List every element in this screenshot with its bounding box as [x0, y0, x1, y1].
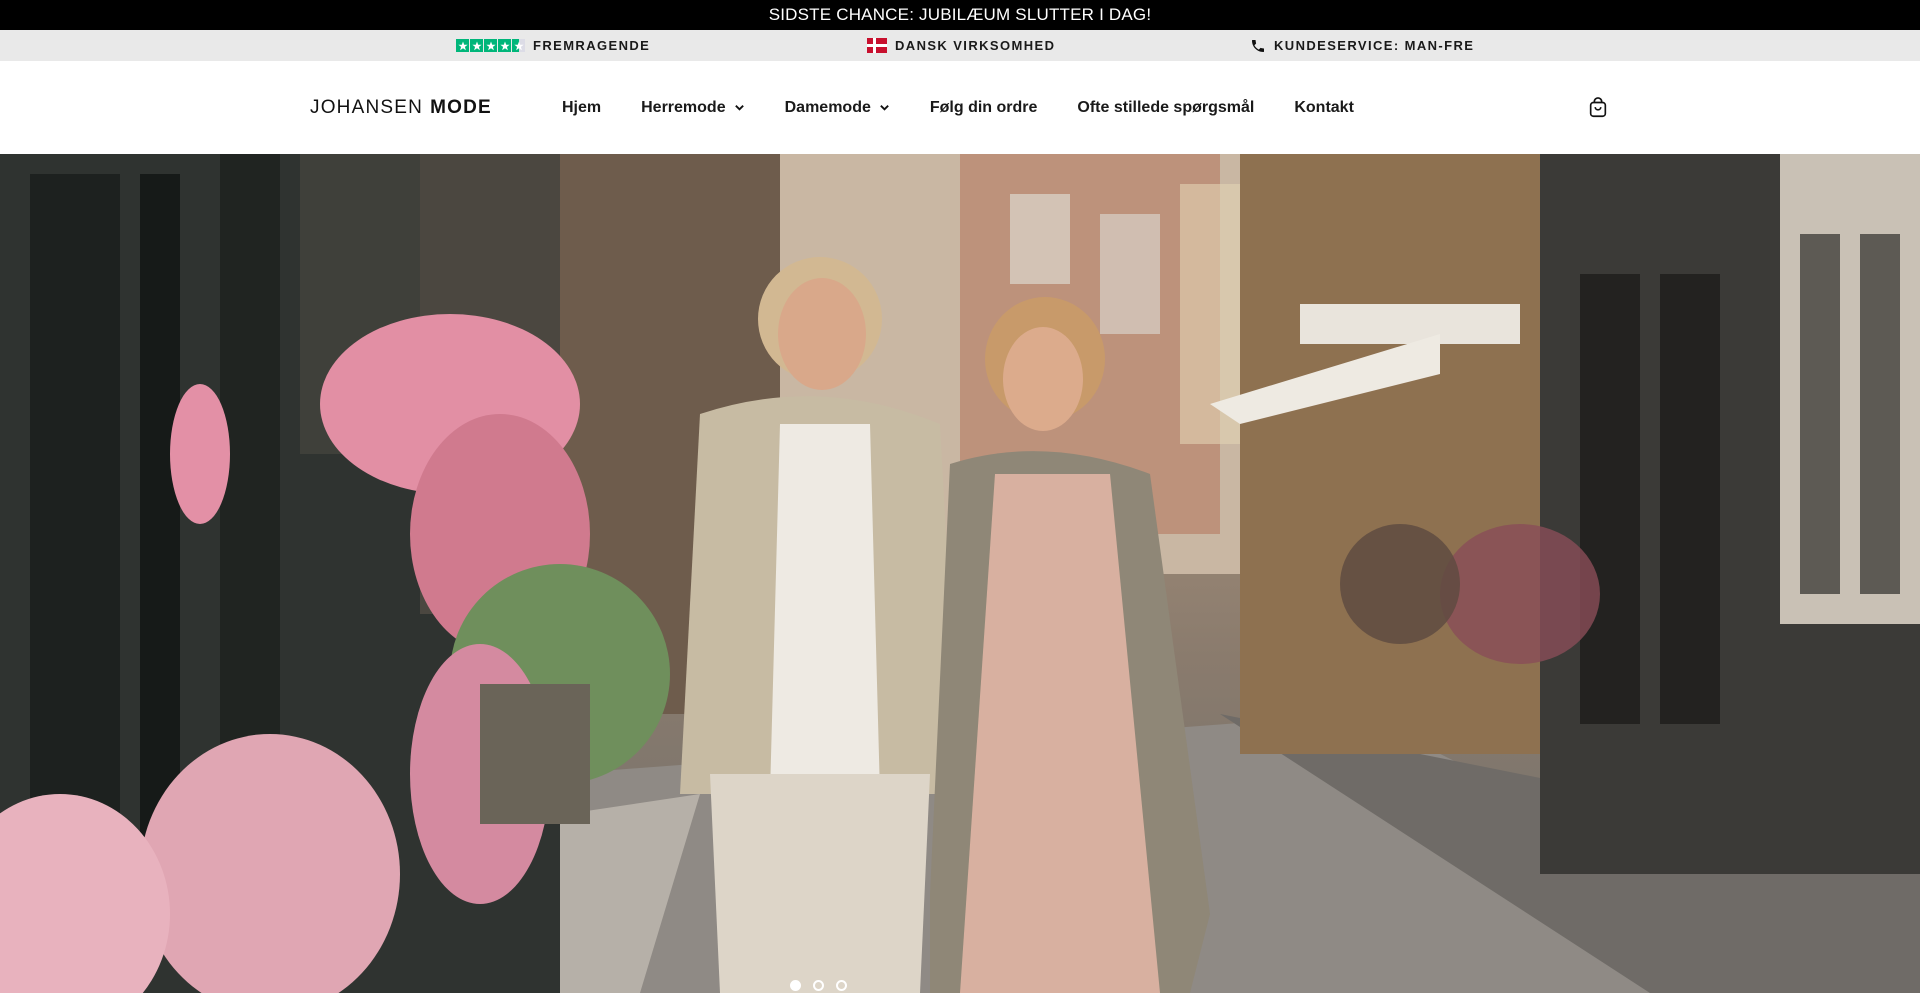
danish-flag-icon [867, 38, 887, 53]
site-logo[interactable]: JOHANSEN MODE [310, 61, 492, 154]
nav-item-hjem[interactable]: Hjem [562, 99, 601, 117]
slider-dot[interactable] [813, 980, 824, 991]
service-label: KUNDESERVICE: MAN-FRE [1274, 38, 1475, 53]
nav-label: Hjem [562, 98, 602, 116]
danish-company-badge: DANSK VIRKSOMHED [867, 30, 1055, 61]
nav-item-herremode[interactable]: Herremode [641, 99, 744, 117]
customer-service-info: KUNDESERVICE: MAN-FRE [1250, 30, 1474, 61]
main-nav: Hjem Herremode Damemode Følg din ordre O… [562, 61, 1354, 154]
slider-dots [790, 980, 847, 991]
nav-label: Damemode [784, 98, 871, 116]
slider-dot[interactable] [790, 980, 801, 991]
shopping-bag-icon[interactable] [1587, 97, 1609, 119]
trust-bar: FREMRAGENDE DANSK VIRKSOMHED KUNDESERVIC… [0, 30, 1920, 61]
hero-banner[interactable] [0, 154, 1920, 993]
nav-label: Kontakt [1294, 98, 1354, 116]
nav-item-faq[interactable]: Ofte stillede spørgsmål [1077, 99, 1254, 117]
logo-text-bold: MODE [430, 96, 492, 118]
company-label: DANSK VIRKSOMHED [895, 38, 1056, 53]
nav-item-damemode[interactable]: Damemode [785, 99, 890, 117]
hero-photo [0, 154, 1920, 993]
announcement-bar: SIDSTE CHANCE: JUBILÆUM SLUTTER I DAG! [0, 0, 1920, 30]
site-header: JOHANSEN MODE Hjem Herremode Damemode Fø… [0, 61, 1920, 154]
rating-stars-icon [456, 39, 525, 52]
announcement-text: SIDSTE CHANCE: JUBILÆUM SLUTTER I DAG! [768, 5, 1152, 24]
rating-label: FREMRAGENDE [533, 38, 651, 53]
nav-label: Herremode [641, 98, 726, 116]
nav-label: Ofte stillede spørgsmål [1077, 98, 1255, 116]
slider-dot[interactable] [836, 980, 847, 991]
nav-label: Følg din ordre [929, 98, 1038, 116]
logo-text-light: JOHANSEN [310, 96, 424, 118]
nav-item-track-order[interactable]: Følg din ordre [930, 99, 1038, 117]
chevron-down-icon [879, 102, 890, 113]
trustpilot-rating[interactable]: FREMRAGENDE [456, 30, 650, 61]
chevron-down-icon [734, 102, 745, 113]
nav-item-kontakt[interactable]: Kontakt [1294, 99, 1354, 117]
phone-icon [1250, 38, 1266, 54]
